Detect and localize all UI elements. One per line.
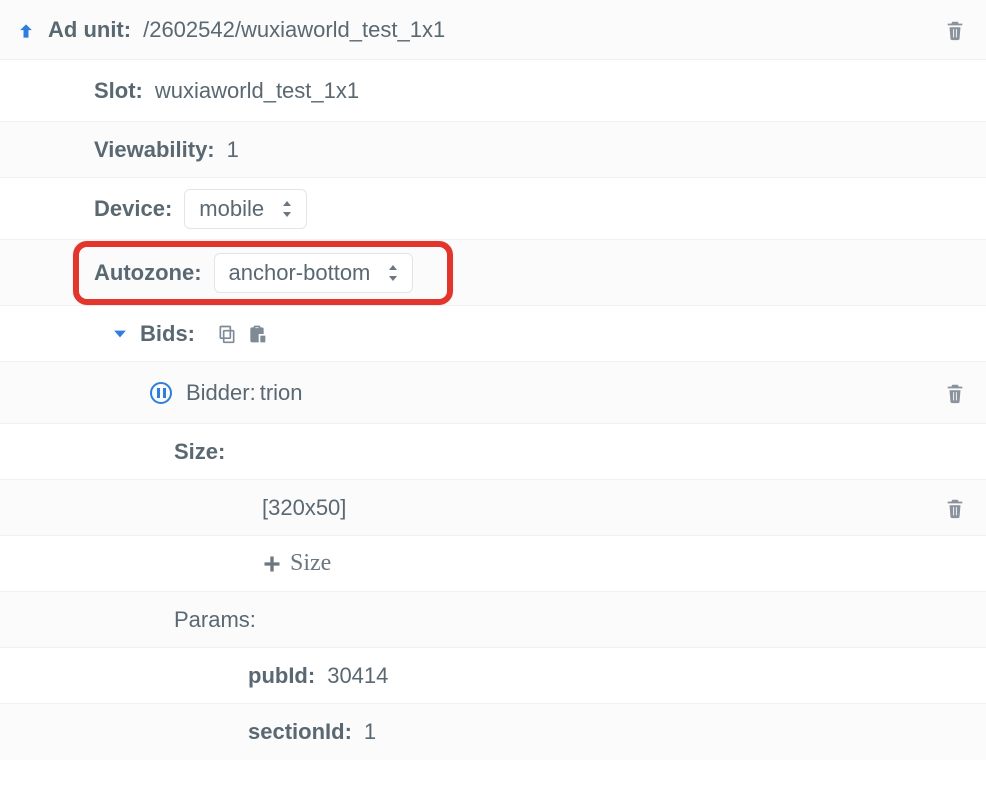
pubid-label: pubId: xyxy=(248,663,315,689)
row-slot: Slot: wuxiaworld_test_1x1 xyxy=(0,60,986,122)
autozone-label: Autozone: xyxy=(94,260,202,286)
autozone-select-value: anchor-bottom xyxy=(229,260,371,286)
delete-adunit-icon[interactable] xyxy=(944,19,966,41)
row-size-label: Size: xyxy=(0,424,986,480)
adunit-label: Ad unit: xyxy=(48,17,131,43)
bidder-label: Bidder: xyxy=(186,380,256,406)
device-select-value: mobile xyxy=(199,196,264,222)
autozone-select[interactable]: anchor-bottom xyxy=(214,253,414,293)
copy-icon[interactable] xyxy=(217,324,237,344)
slot-label: Slot: xyxy=(94,78,143,104)
sectionid-value: 1 xyxy=(364,719,376,745)
viewability-label: Viewability: xyxy=(94,137,215,163)
row-autozone: Autozone: anchor-bottom xyxy=(0,240,986,306)
row-device: Device: mobile xyxy=(0,178,986,240)
updown-icon xyxy=(282,201,292,217)
slot-value: wuxiaworld_test_1x1 xyxy=(155,78,359,104)
chevron-down-icon[interactable] xyxy=(110,324,130,344)
paste-icon[interactable] xyxy=(247,324,267,344)
row-pubid: pubId: 30414 xyxy=(0,648,986,704)
plus-icon xyxy=(262,554,282,574)
delete-bidder-icon[interactable] xyxy=(944,382,966,404)
viewability-value: 1 xyxy=(227,137,239,163)
delete-size-icon[interactable] xyxy=(944,497,966,519)
size-label: Size: xyxy=(174,439,225,465)
pause-icon[interactable] xyxy=(150,382,172,404)
row-viewability: Viewability: 1 xyxy=(0,122,986,178)
pubid-value: 30414 xyxy=(327,663,388,689)
row-sectionid: sectionId: 1 xyxy=(0,704,986,760)
sectionid-label: sectionId: xyxy=(248,719,352,745)
size-value: [320x50] xyxy=(262,495,346,521)
bids-label: Bids: xyxy=(140,321,195,347)
device-label: Device: xyxy=(94,196,172,222)
row-adunit: Ad unit: /2602542/wuxiaworld_test_1x1 xyxy=(0,0,986,60)
row-bids: Bids: xyxy=(0,306,986,362)
row-bidder: Bidder: trion xyxy=(0,362,986,424)
adunit-value: /2602542/wuxiaworld_test_1x1 xyxy=(143,17,445,43)
bidder-value: trion xyxy=(260,380,303,406)
device-select[interactable]: mobile xyxy=(184,189,307,229)
arrow-up-icon[interactable] xyxy=(16,21,34,39)
add-size-label: Size xyxy=(290,550,331,577)
row-size-value: [320x50] xyxy=(0,480,986,536)
params-label: Params: xyxy=(174,607,256,633)
updown-icon xyxy=(388,265,398,281)
row-add-size[interactable]: Size xyxy=(0,536,986,592)
config-tree: Ad unit: /2602542/wuxiaworld_test_1x1 Sl… xyxy=(0,0,986,796)
row-params-label: Params: xyxy=(0,592,986,648)
